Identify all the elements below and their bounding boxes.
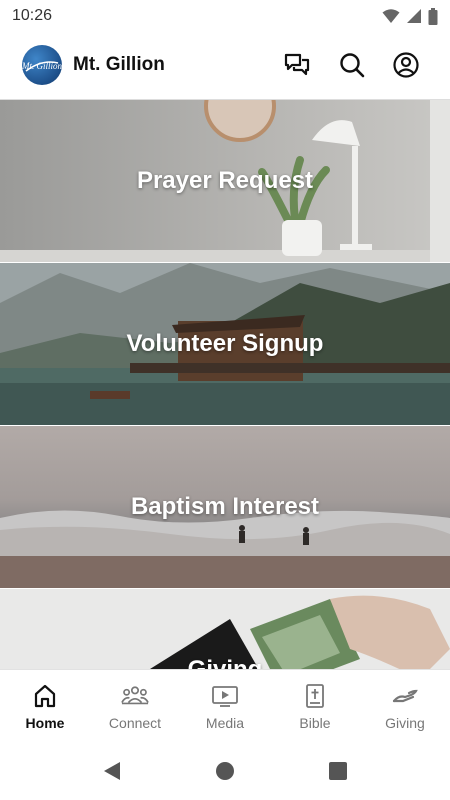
nav-connect[interactable]: Connect [90,670,180,742]
chat-button[interactable] [281,49,313,81]
app-bar: Mt. Gillion Mt. Gillion [0,32,450,100]
tile-volunteer-signup[interactable]: Volunteer Signup [0,263,450,425]
back-button[interactable] [100,759,124,783]
video-icon [211,682,239,710]
chat-icon [284,53,310,76]
bible-icon [301,682,329,710]
battery-icon [428,7,438,25]
group-icon [121,682,149,710]
logo-swoosh-icon: Mt. Gillion [22,61,62,72]
system-navigation-bar [0,742,450,800]
recents-icon [329,762,347,780]
nav-label: Home [25,715,65,731]
church-logo[interactable]: Mt. Gillion [22,45,62,85]
cellular-signal-icon [407,9,421,23]
app-screen: 10:26 Mt. Gillion Mt. Gillion Prayer Req… [0,0,450,800]
nav-giving[interactable]: Giving [360,670,450,742]
recents-button[interactable] [326,759,350,783]
app-title: Mt. Gillion [73,54,165,75]
logo-text: Mt. Gillion [22,61,62,71]
nav-home[interactable]: Home [0,670,90,742]
back-icon [104,762,120,780]
wifi-icon [382,9,400,23]
tile-baptism-interest[interactable]: Baptism Interest [0,426,450,588]
home-circle-icon [216,762,234,780]
giving-icon [391,682,419,710]
account-button[interactable] [390,49,422,81]
bottom-navigation: Home Connect Media Bible Giving [0,669,450,742]
status-bar: 10:26 [0,0,450,32]
nav-bible[interactable]: Bible [270,670,360,742]
status-time: 10:26 [12,7,53,24]
search-button[interactable] [336,49,368,81]
search-icon [340,53,365,78]
tile-prayer-request[interactable]: Prayer Request [0,100,450,262]
nav-label: Media [205,715,245,731]
home-icon [31,682,59,710]
account-icon [393,52,419,78]
nav-label: Bible [299,715,331,731]
tile-label: Volunteer Signup [126,330,324,357]
nav-label: Connect [108,715,162,731]
status-icons [382,7,438,25]
nav-label: Giving [385,715,425,731]
tile-label: Baptism Interest [130,493,320,520]
home-system-button[interactable] [213,759,237,783]
tile-label: Prayer Request [136,167,314,194]
nav-media[interactable]: Media [180,670,270,742]
